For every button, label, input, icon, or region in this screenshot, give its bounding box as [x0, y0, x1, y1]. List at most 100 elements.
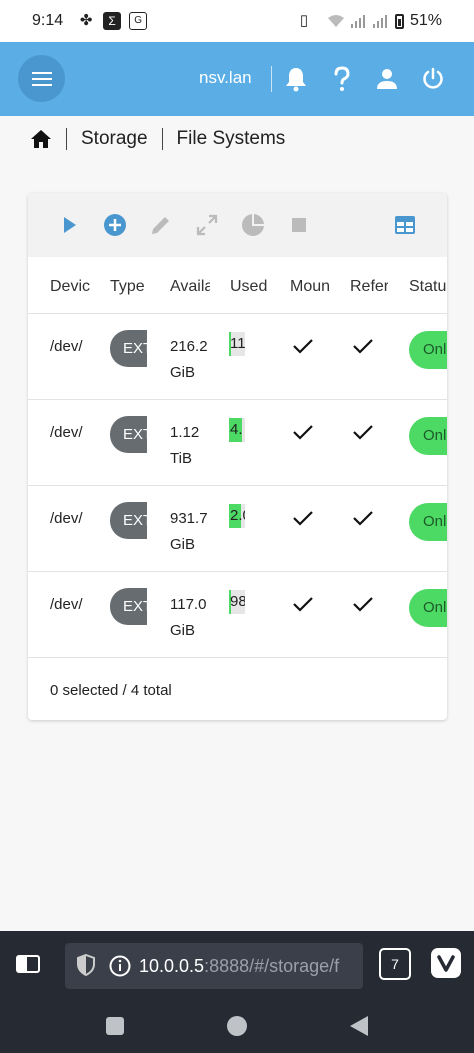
hamburger-icon-line: [31, 77, 52, 80]
expand-icon[interactable]: [195, 213, 219, 237]
user-icon[interactable]: [374, 66, 400, 92]
referenced-check-icon: [353, 425, 373, 440]
available-value: 1.12: [170, 424, 200, 441]
type-chip: EXT4: [110, 502, 147, 539]
available-value: 931.7: [170, 510, 208, 527]
column-device[interactable]: Device: [50, 278, 90, 296]
device-cell: /dev/: [50, 424, 83, 441]
used-bar: 4.: [229, 418, 245, 442]
table-toolbar: [28, 193, 447, 257]
help-icon[interactable]: [329, 66, 355, 92]
file-systems-card: Device Type Available Used Mounted Refer…: [28, 193, 447, 720]
status-chip: Online: [409, 331, 447, 369]
available-unit: GiB: [170, 364, 196, 381]
battery-level: 51%: [409, 12, 442, 29]
power-icon[interactable]: [420, 66, 446, 92]
used-bar: 11: [229, 332, 245, 356]
available-unit: TiB: [170, 450, 192, 467]
table-row[interactable]: /dev/ EXT4 216.2 GiB 11 Online: [28, 314, 447, 400]
available-cell: 931.7 GiB: [170, 506, 210, 558]
used-bar: 2.0: [229, 504, 245, 528]
breadcrumb-separator: [66, 128, 67, 150]
hamburger-icon-line: [31, 83, 52, 86]
browser-toolbar: 10.0.0.5:8888/#/storage/f 7: [0, 931, 474, 1001]
hostname-label: nsv.lan: [199, 68, 252, 87]
vivaldi-menu-icon[interactable]: [431, 948, 461, 978]
type-chip: EXT4: [110, 330, 147, 367]
shield-icon[interactable]: [77, 954, 95, 976]
panel-toggle-icon[interactable]: [16, 955, 40, 973]
referenced-check-icon: [353, 339, 373, 354]
mounted-check-icon: [293, 339, 313, 354]
url-host: 10.0.0.5: [139, 956, 205, 976]
referenced-check-icon: [353, 597, 373, 612]
sigma-app-icon: Σ: [103, 12, 122, 30]
menu-button[interactable]: [18, 55, 65, 102]
breadcrumb: Storage File Systems: [0, 116, 474, 162]
available-value: 117.0: [170, 596, 207, 613]
type-chip: EXT4: [110, 588, 147, 625]
used-bar: 98: [229, 590, 245, 614]
status-chip: Online: [409, 417, 447, 455]
url-text: 10.0.0.5:8888/#/storage/f: [139, 956, 339, 977]
breadcrumb-separator: [161, 128, 163, 150]
column-mounted[interactable]: Mounted: [290, 278, 330, 296]
add-circle-icon[interactable]: [103, 213, 127, 237]
stop-icon[interactable]: [287, 213, 311, 237]
vibrate-icon: ▯: [299, 12, 309, 29]
status-time: 9:14: [32, 12, 64, 29]
header-divider: [271, 66, 272, 92]
column-status[interactable]: Status: [409, 278, 447, 296]
table-header: Device Type Available Used Mounted Refer…: [28, 257, 447, 314]
pie-chart-icon[interactable]: [241, 213, 265, 237]
used-value: 11: [230, 335, 245, 352]
android-nav-bar: [0, 1001, 474, 1053]
mounted-check-icon: [293, 597, 313, 612]
recents-button[interactable]: [106, 1017, 124, 1035]
info-icon[interactable]: [109, 955, 131, 977]
home-icon[interactable]: [30, 129, 52, 149]
column-type[interactable]: Type: [110, 278, 150, 296]
device-cell: /dev/: [50, 596, 83, 613]
available-cell: 216.2 GiB: [170, 334, 210, 386]
available-unit: GiB: [170, 536, 196, 553]
pencil-icon[interactable]: [149, 213, 173, 237]
used-value: 2.0: [230, 507, 245, 524]
signal-icon: [350, 15, 365, 28]
play-icon[interactable]: [58, 213, 82, 237]
table-row[interactable]: /dev/ EXT4 117.0 GiB 98 Online: [28, 572, 447, 658]
pinwheel-app-icon: ✤: [79, 12, 93, 29]
device-cell: /dev/: [50, 510, 83, 527]
home-button[interactable]: [227, 1016, 247, 1036]
tab-count-button[interactable]: 7: [379, 948, 411, 980]
available-unit: GiB: [170, 622, 196, 639]
breadcrumb-storage[interactable]: Storage: [81, 128, 148, 150]
column-referenced[interactable]: Referenced: [350, 278, 388, 296]
selection-summary: 0 selected / 4 total: [50, 682, 172, 699]
android-status-bar: 9:14 ✤ Σ G ▯ 51%: [0, 0, 474, 42]
available-cell: 1.12 TiB: [170, 420, 210, 472]
type-chip: EXT4: [110, 416, 147, 453]
referenced-check-icon: [353, 511, 373, 526]
breadcrumb-file-systems: File Systems: [176, 128, 286, 149]
status-chip: Online: [409, 589, 447, 627]
url-path: :8888/#/storage/f: [204, 956, 340, 976]
wifi-icon: [327, 15, 344, 27]
battery-icon: [394, 13, 404, 29]
address-bar[interactable]: 10.0.0.5:8888/#/storage/f: [65, 943, 363, 989]
table-row[interactable]: /dev/ EXT4 1.12 TiB 4. Online: [28, 400, 447, 486]
mounted-check-icon: [293, 425, 313, 440]
signal-2-icon: [372, 15, 387, 28]
column-available[interactable]: Available: [170, 278, 210, 296]
table-grid-icon[interactable]: [393, 213, 417, 237]
status-chip: Online: [409, 503, 447, 541]
bell-icon[interactable]: [283, 66, 309, 92]
used-value: 98: [230, 593, 245, 610]
table-row[interactable]: /dev/ EXT4 931.7 GiB 2.0 Online: [28, 486, 447, 572]
mounted-check-icon: [293, 511, 313, 526]
available-cell: 117.0 GiB: [170, 592, 210, 644]
app-header: nsv.lan: [0, 42, 474, 116]
back-button[interactable]: [350, 1016, 368, 1036]
hamburger-icon: [31, 71, 52, 74]
column-used[interactable]: Used: [230, 278, 270, 296]
